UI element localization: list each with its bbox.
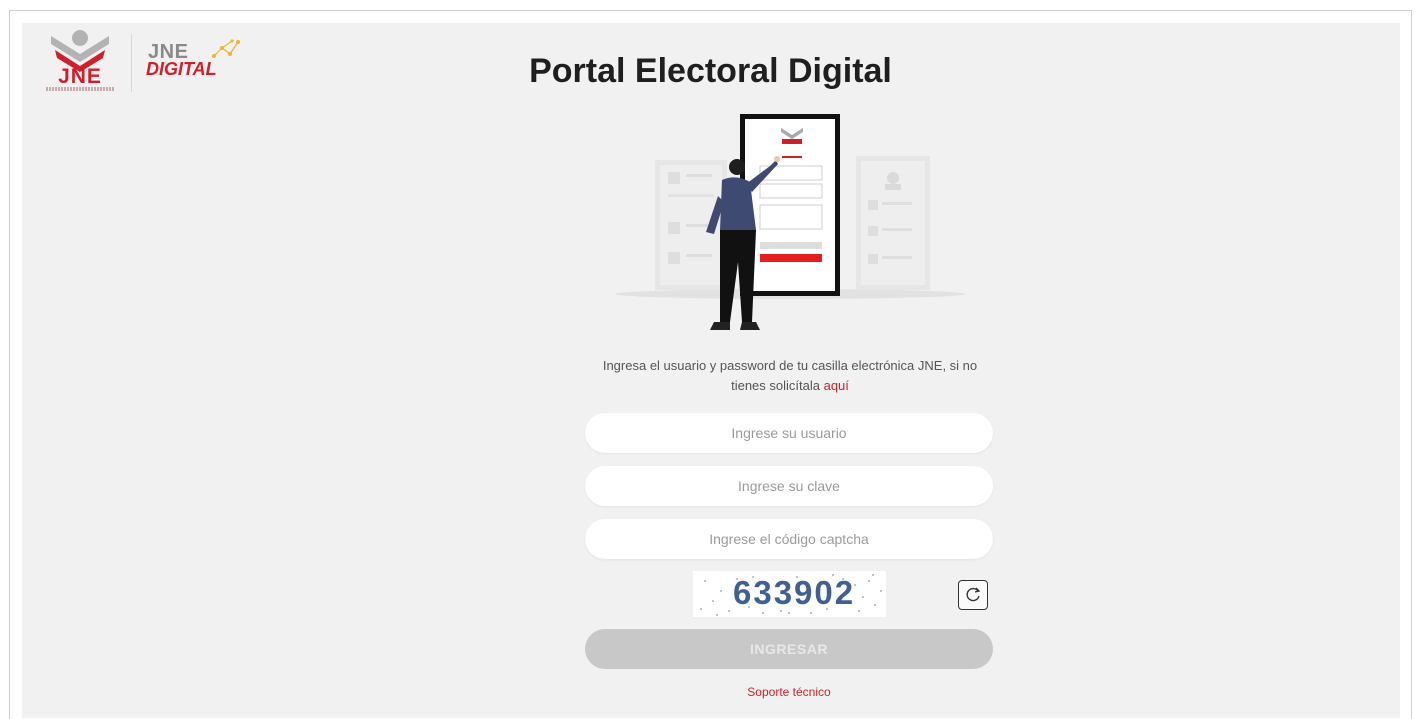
captcha-input[interactable] [585,519,993,559]
refresh-icon [966,587,981,602]
password-input[interactable] [585,466,993,506]
captcha-code: 633902 [733,574,856,611]
refresh-captcha-button[interactable] [958,580,988,610]
login-button[interactable]: INGRESAR [585,629,993,669]
request-account-link[interactable]: aquí [824,378,849,393]
technical-support-link[interactable]: Soporte técnico [0,685,1421,699]
login-instructions: Ingresa el usuario y password de tu casi… [585,356,995,396]
username-input[interactable] [585,413,993,453]
page-title: Portal Electoral Digital [529,52,892,90]
instructions-text: Ingresa el usuario y password de tu casi… [602,358,978,393]
login-illustration [615,114,965,330]
